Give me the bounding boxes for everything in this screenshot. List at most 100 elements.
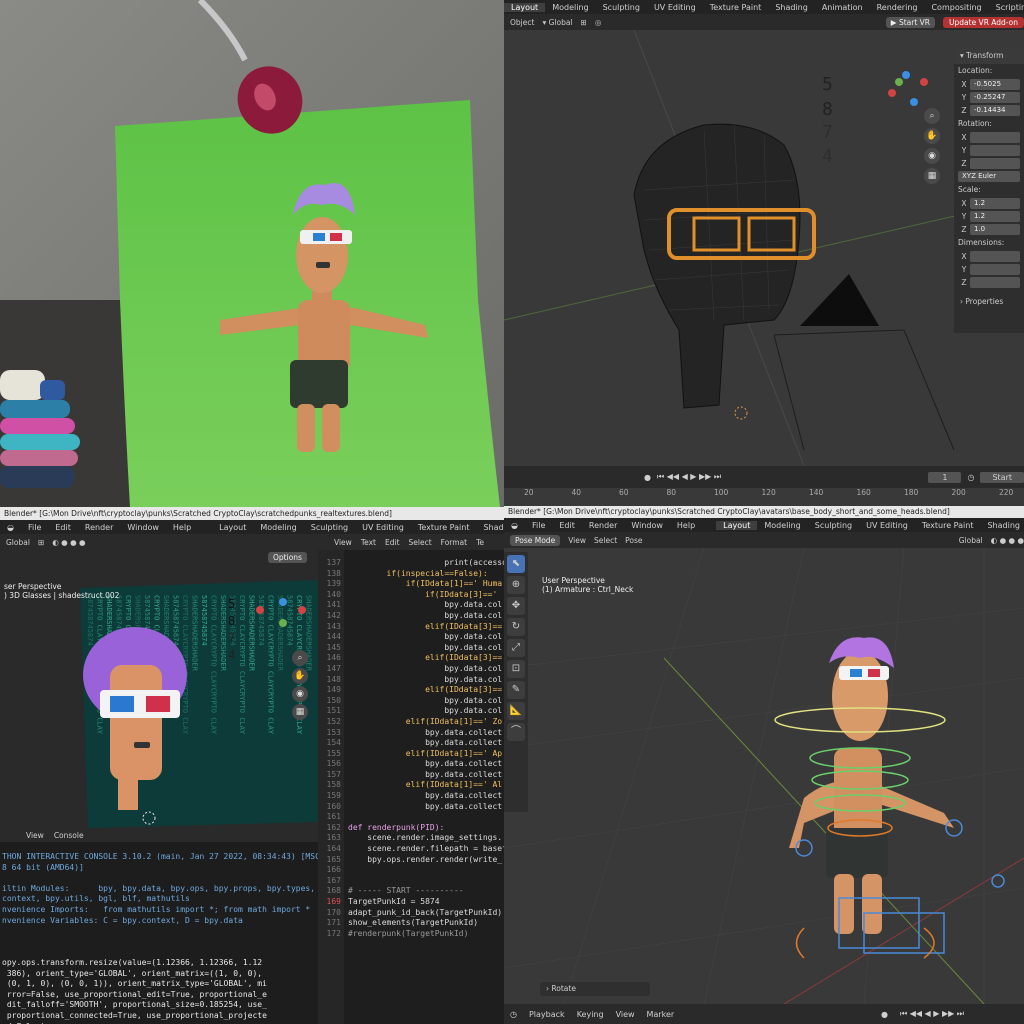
keying-menu[interactable]: Keying — [577, 1010, 604, 1019]
workspace-tab[interactable]: Modeling — [253, 523, 303, 532]
zoom-icon[interactable]: ⌕ — [924, 108, 940, 124]
python-script[interactable]: print(accessory if(inspecial==False): if… — [344, 550, 504, 1024]
transform-tool-icon[interactable]: ⊡ — [507, 660, 525, 678]
menu-item[interactable]: Window — [624, 521, 670, 530]
properties-subpanel[interactable]: › Properties — [954, 289, 1024, 314]
scale-z-field[interactable]: 1.0 — [970, 223, 1020, 235]
workspace-tab[interactable]: Texture Paint — [915, 521, 981, 530]
object-menu[interactable]: Object — [510, 18, 534, 27]
scale-tool-icon[interactable]: ⤢ — [507, 639, 525, 657]
workspace-tab[interactable]: Rendering — [870, 3, 925, 12]
workspace-tab[interactable]: UV Editing — [647, 3, 703, 12]
orientation-select[interactable]: Global — [959, 536, 983, 545]
workspace-tab[interactable]: Texture Paint — [703, 3, 769, 12]
pose-breakdown-icon[interactable]: ⌒ — [507, 723, 525, 741]
last-operator-panel[interactable]: › Rotate — [540, 982, 650, 996]
workspace-tab[interactable]: Layout — [212, 523, 253, 532]
navigation-gizmo[interactable] — [888, 71, 928, 106]
console-console-menu[interactable]: Console — [54, 831, 84, 840]
menu-item[interactable]: Render — [582, 521, 624, 530]
annotate-tool-icon[interactable]: ✎ — [507, 681, 525, 699]
shading-icons[interactable]: ◐ ● ● ● — [991, 536, 1024, 545]
workspace-tab[interactable]: Layout — [716, 520, 758, 530]
marker-menu[interactable]: Marker — [647, 1010, 675, 1019]
blender-logo-icon[interactable]: ◒ — [0, 523, 21, 532]
editor-menu-item[interactable]: Select — [409, 538, 432, 547]
rotation-mode-select[interactable]: XYZ Euler — [958, 170, 1020, 182]
pan-hand-icon[interactable]: ✋ — [924, 128, 940, 144]
workspace-tab[interactable]: Texture Paint — [411, 523, 477, 532]
pan-hand-icon[interactable]: ✋ — [292, 668, 308, 684]
grid-icon[interactable]: ▦ — [292, 704, 308, 720]
pose-select-menu[interactable]: Select — [594, 536, 617, 545]
select-tool-icon[interactable]: ⬉ — [507, 555, 525, 573]
pose-pose-menu[interactable]: Pose — [625, 536, 642, 545]
text-editor[interactable]: 137 138 139 140 141 142 143 144 145 146 147 148 149 1… — [318, 550, 504, 1024]
grid-icon[interactable]: ▦ — [924, 168, 940, 184]
transform-orientation-select[interactable]: ▾ Global — [542, 18, 572, 27]
cursor-tool-icon[interactable]: ⊕ — [507, 576, 525, 594]
workspace-tab[interactable]: Shading — [476, 523, 504, 532]
menu-item[interactable]: Render — [78, 523, 120, 532]
move-tool-icon[interactable]: ✥ — [507, 597, 525, 615]
editor-type-icon[interactable]: ◷ — [510, 1010, 517, 1019]
location-x-field[interactable]: -0.5025 — [970, 78, 1020, 90]
rotation-y-field[interactable] — [970, 144, 1020, 156]
scale-x-field[interactable]: 1.2 — [970, 197, 1020, 209]
proportional-edit-icon[interactable]: ◎ — [595, 18, 602, 27]
menu-item[interactable]: Window — [120, 523, 166, 532]
workspace-tab[interactable]: Modeling — [757, 521, 807, 530]
playback-menu[interactable]: Playback — [529, 1010, 565, 1019]
start-vr-button[interactable]: ▶ Start VR — [885, 16, 936, 28]
timeline-ruler[interactable]: 20 40 60 80 100 120 140 160 180 200 220 — [504, 488, 1024, 500]
workspace-tab[interactable]: Shading — [980, 521, 1024, 530]
rotation-x-field[interactable] — [970, 131, 1020, 143]
snap-icon[interactable]: ⊞ — [581, 18, 587, 27]
menu-item[interactable]: Help — [166, 523, 198, 532]
measure-tool-icon[interactable]: 📐 — [507, 702, 525, 720]
editor-menu-item[interactable]: Format — [441, 538, 467, 547]
workspace-tab[interactable]: Scripting — [989, 3, 1024, 12]
menu-item[interactable]: Help — [670, 521, 702, 530]
view-menu[interactable]: View — [616, 1010, 635, 1019]
workspace-tab[interactable]: Layout — [504, 2, 546, 12]
scale-y-field[interactable]: 1.2 — [970, 210, 1020, 222]
current-frame-field[interactable]: 1 — [928, 471, 962, 483]
workspace-tab[interactable]: Sculpting — [808, 521, 859, 530]
record-icon[interactable]: ● — [644, 473, 651, 482]
workspace-tab[interactable]: Modeling — [545, 3, 595, 12]
workspace-tab[interactable]: Sculpting — [304, 523, 355, 532]
start-frame-field[interactable]: Start — [980, 471, 1024, 483]
playback-controls[interactable]: ⏮ ◀◀ ◀ ▶ ▶▶ ⏭ — [657, 472, 721, 482]
workspace-tab[interactable]: UV Editing — [859, 521, 915, 530]
update-vr-button[interactable]: Update VR Add-on — [943, 16, 1024, 28]
console-view-menu[interactable]: View — [26, 831, 44, 840]
editor-menu-item[interactable]: View — [334, 538, 352, 547]
camera-icon[interactable]: ◉ — [924, 148, 940, 164]
mode-select[interactable]: Pose Mode — [510, 534, 561, 546]
rotate-tool-icon[interactable]: ↻ — [507, 618, 525, 636]
pose-view-menu[interactable]: View — [568, 536, 586, 545]
options-dropdown[interactable]: Options — [268, 552, 307, 563]
location-z-field[interactable]: -0.14434 — [970, 104, 1020, 116]
workspace-tab[interactable]: Shading — [768, 3, 815, 12]
snap-icon[interactable]: ⊞ — [38, 538, 44, 547]
camera-icon[interactable]: ◉ — [292, 686, 308, 702]
zoom-icon[interactable]: ⌕ — [292, 650, 308, 666]
python-console[interactable]: THON INTERACTIVE CONSOLE 3.10.2 (main, J… — [0, 842, 318, 1024]
playback-controls[interactable]: ⏮ ◀◀ ◀ ▶ ▶▶ ⏭ — [900, 1009, 1024, 1019]
workspace-tab[interactable]: UV Editing — [355, 523, 411, 532]
workspace-tab[interactable]: Animation — [815, 3, 870, 12]
shading-icons[interactable]: ◐ ● ● ● — [52, 538, 85, 547]
dimension-y-field[interactable] — [970, 263, 1020, 275]
editor-menu-item[interactable]: Edit — [385, 538, 400, 547]
record-icon[interactable]: ● — [881, 1010, 888, 1019]
dimension-x-field[interactable] — [970, 250, 1020, 262]
location-y-field[interactable]: -0.25247 — [970, 91, 1020, 103]
menu-item[interactable]: File — [525, 521, 552, 530]
workspace-tab[interactable]: Compositing — [924, 3, 988, 12]
dimension-z-field[interactable] — [970, 276, 1020, 288]
orientation-select[interactable]: Global — [6, 538, 30, 547]
menu-item[interactable]: Edit — [48, 523, 78, 532]
editor-menu-item[interactable]: Text — [361, 538, 376, 547]
